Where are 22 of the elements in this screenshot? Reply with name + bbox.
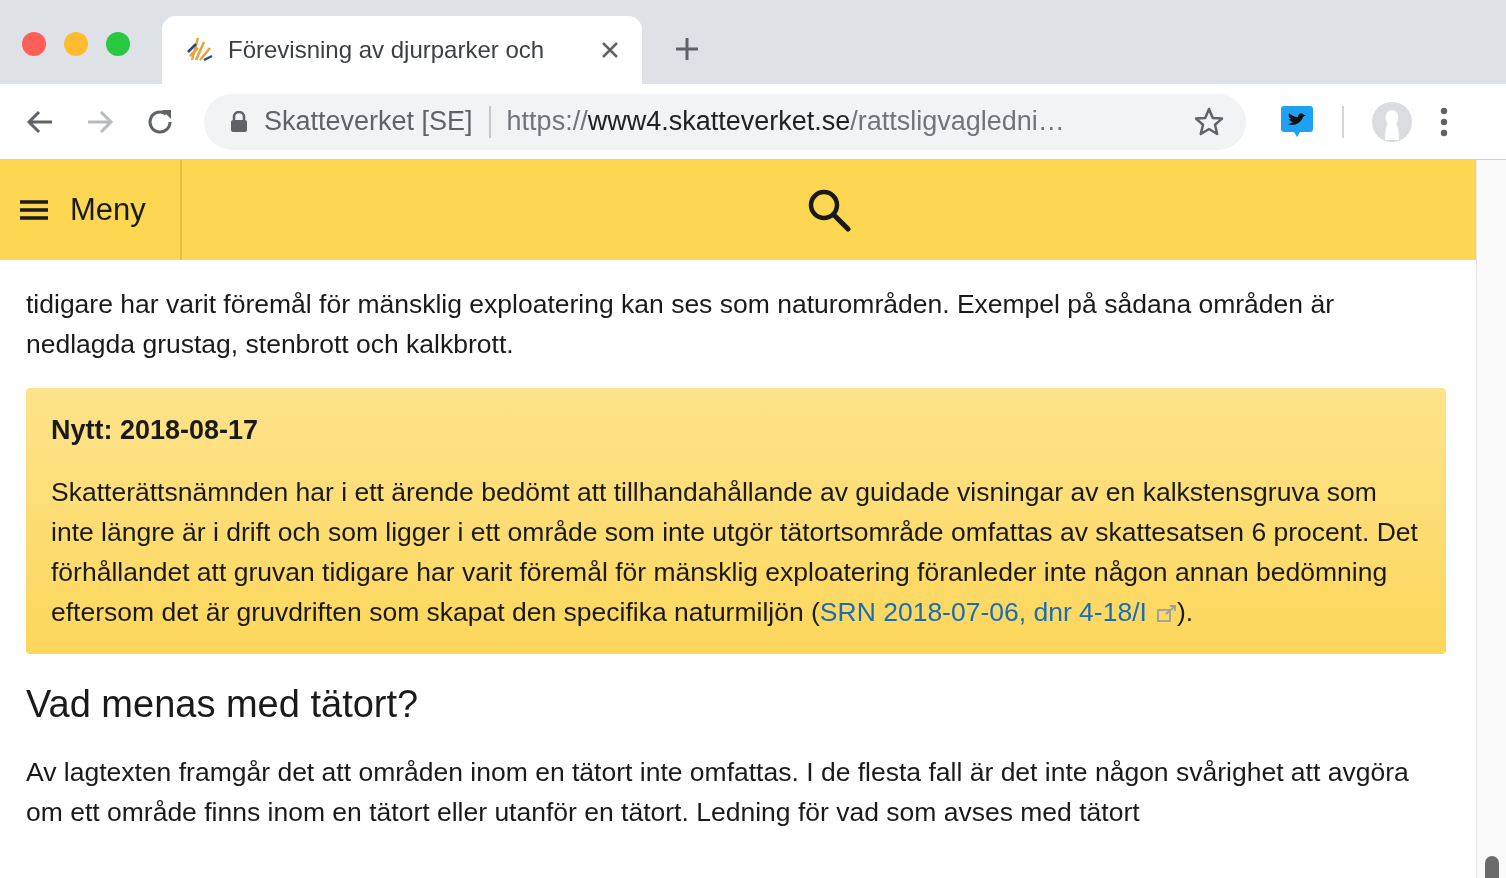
more-menu-icon[interactable] — [1440, 106, 1448, 137]
bird-extension-icon[interactable] — [1280, 104, 1314, 139]
bookmark-star-icon[interactable] — [1194, 106, 1224, 137]
external-link-icon — [1156, 605, 1177, 623]
search-icon[interactable] — [807, 188, 851, 232]
scrollbar[interactable] — [1476, 160, 1506, 878]
url-text: https://www4.skatteverket.se/rattsligvagledni… — [506, 105, 1066, 139]
lock-icon — [230, 110, 248, 133]
body-paragraph: tidigare har varit föremål för mänsklig exploatering kan ses som naturområden. Exempel på sådana områden är nedlagda grustag, stenbrott och kalkbrott. — [26, 288, 1335, 361]
menu-icon — [20, 199, 48, 221]
new-tab-icon[interactable] — [674, 36, 700, 62]
section-heading: Vad menas med tätort? — [26, 682, 420, 727]
ruling-link[interactable]: SRN 2018-07-06, dnr 4-18/I — [819, 597, 1177, 627]
body-paragraph: Av lagtexten framgår det att områden inom en tätort inte omfattas. I de flesta fall är det inte någon svårighet att avgöra om ett område finns inom en tätort eller utanför en tätort. Ledning för vad som avses med tätort — [26, 756, 1410, 829]
notice-text: Skatterättsnämnden har i ett ärende bedömt att tillhandahållande av guidade visningar av en kalkstensgruva som inte längre är i drift och som ligger i ett område som inte utgör tätortsområde omfattas av skattesatsen 6 procent. Det förhållandet att gruvan tidigare har varit föremål för mänsklig exploatering föranleder inte någon annan bedömning eftersom det är gruvdriften som skapat den specifika naturmiljön (SRN 2018-07-06, dnr 4-18/I ). — [51, 476, 1419, 629]
browser-tab[interactable]: Förevisning av djurparker och — [162, 16, 642, 84]
site-owner: Skatteverket [SE] — [264, 105, 473, 139]
close-tab-icon[interactable] — [600, 40, 620, 60]
address-bar[interactable]: Skatteverket [SE] https://www4.skatteverket.se/rattsligvagledni… — [204, 93, 1246, 150]
menu-button[interactable]: Meny — [0, 160, 182, 260]
tab-title: Förevisning av djurparker och — [228, 35, 546, 65]
notice-title: Nytt: 2018-08-17 — [51, 414, 260, 447]
